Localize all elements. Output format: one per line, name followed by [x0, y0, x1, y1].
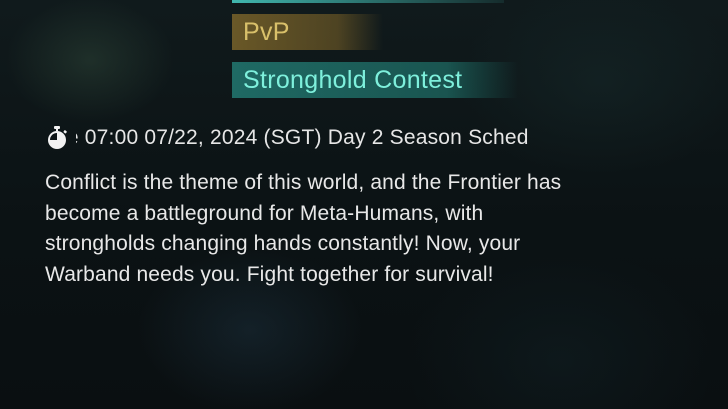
- category-tag-pvp: PvP: [232, 14, 383, 50]
- description-line: strongholds changing hands constantly! N…: [45, 232, 521, 255]
- top-accent-strip: [232, 0, 504, 3]
- schedule-text-value: le 07:00 07/22, 2024 (SGT) Day 2 Season …: [76, 126, 529, 149]
- schedule-ticker: le 07:00 07/22, 2024 (SGT) Day 2 Season …: [44, 122, 674, 154]
- description-line: Warband needs you. Fight together for su…: [45, 262, 494, 286]
- event-detail-panel: PvP Stronghold Contest le 07:00 07/22, 2…: [0, 0, 728, 409]
- schedule-text: le 07:00 07/22, 2024 (SGT) Day 2 Season …: [76, 126, 674, 150]
- timer-icon: [44, 125, 70, 151]
- event-description: Conflict is the theme of this world, and…: [45, 168, 685, 290]
- mode-tag-stronghold-contest: Stronghold Contest: [232, 62, 518, 98]
- description-line: Conflict is the theme of this world, and…: [45, 171, 562, 194]
- description-line: become a battleground for Meta-Humans, w…: [45, 201, 484, 225]
